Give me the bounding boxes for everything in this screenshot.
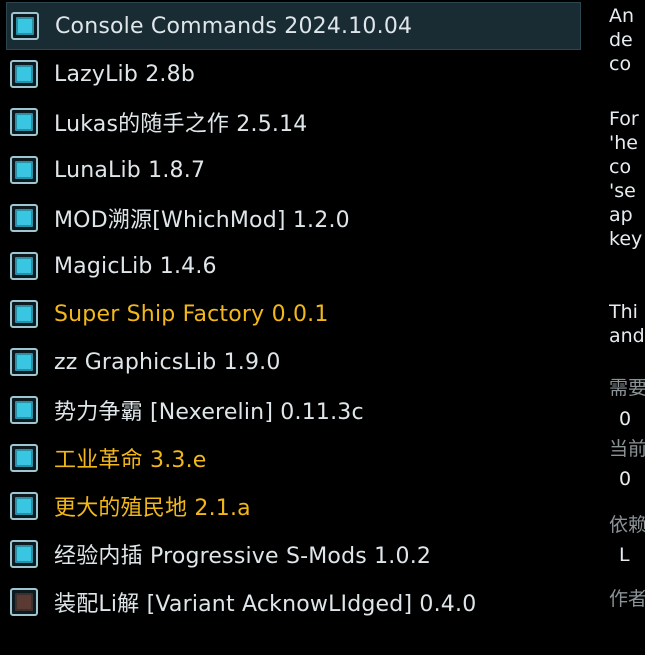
description-paragraph: Thi and — [609, 300, 645, 348]
required-version-label: 需要 — [609, 377, 645, 399]
description-line: Thi — [609, 301, 638, 323]
mod-label: Lukas的随手之作 2.5.14 — [54, 112, 308, 137]
mod-label: LazyLib 2.8b — [54, 61, 195, 87]
mod-enabled-checkbox[interactable] — [10, 204, 38, 232]
description-line: co — [609, 53, 632, 75]
mod-label: 装配Li解 [Variant AcknowLIdged] 0.4.0 — [54, 592, 477, 617]
mod-label: 势力争霸 [Nexerelin] 0.11.3c — [54, 400, 364, 425]
mod-row[interactable]: 工业革命 3.3.e — [6, 434, 581, 482]
mod-row[interactable]: MagicLib 1.4.6 — [6, 242, 581, 290]
mod-label: MOD溯源[WhichMod] 1.2.0 — [54, 208, 350, 233]
mod-enabled-checkbox[interactable] — [10, 444, 38, 472]
mod-enabled-checkbox[interactable] — [10, 588, 38, 616]
description-line: de — [609, 29, 633, 51]
mod-row[interactable]: zz GraphicsLib 1.9.0 — [6, 338, 581, 386]
mod-label: MagicLib 1.4.6 — [54, 253, 217, 279]
dependency-value: L — [619, 544, 630, 566]
author-label: 作者 — [609, 588, 645, 610]
description-line: and — [609, 325, 645, 347]
mod-label: 经验内插 Progressive S-Mods 1.0.2 — [54, 544, 432, 569]
mod-enabled-checkbox[interactable] — [10, 252, 38, 280]
mod-row[interactable]: LunaLib 1.8.7 — [6, 146, 581, 194]
mod-row[interactable]: 经验内插 Progressive S-Mods 1.0.2 — [6, 530, 581, 578]
mod-enabled-checkbox[interactable] — [11, 12, 39, 40]
dependency-label: 依赖 — [609, 514, 645, 536]
mod-row[interactable]: 更大的殖民地 2.1.a — [6, 482, 581, 530]
mod-label: 工业革命 3.3.e — [54, 448, 207, 473]
mod-label: Console Commands 2024.10.04 — [55, 13, 413, 39]
mod-label: LunaLib 1.8.7 — [54, 157, 206, 183]
description-paragraph: An de co — [609, 4, 634, 76]
mod-row[interactable]: 势力争霸 [Nexerelin] 0.11.3c — [6, 386, 581, 434]
mod-enabled-checkbox[interactable] — [10, 60, 38, 88]
mod-label: zz GraphicsLib 1.9.0 — [54, 349, 281, 375]
current-version-label: 当前 — [609, 438, 645, 460]
description-line: 'he — [609, 132, 638, 154]
mod-row[interactable]: LazyLib 2.8b — [6, 50, 581, 98]
mod-enabled-checkbox[interactable] — [10, 348, 38, 376]
mod-enabled-checkbox[interactable] — [10, 300, 38, 328]
description-line: co — [609, 156, 632, 178]
mod-enabled-checkbox[interactable] — [10, 156, 38, 184]
mod-list: Console Commands 2024.10.04 LazyLib 2.8b… — [6, 2, 581, 626]
mod-enabled-checkbox[interactable] — [10, 396, 38, 424]
mod-row[interactable]: Console Commands 2024.10.04 — [6, 2, 581, 50]
mod-row[interactable]: MOD溯源[WhichMod] 1.2.0 — [6, 194, 581, 242]
description-line: For — [609, 108, 639, 130]
mod-row[interactable]: Super Ship Factory 0.0.1 — [6, 290, 581, 338]
description-paragraph: For 'he co 'se ap key — [609, 107, 642, 251]
description-line: key — [609, 228, 643, 250]
description-line: ap — [609, 204, 633, 226]
description-line: 'se — [609, 180, 636, 202]
mod-label: 更大的殖民地 2.1.a — [54, 496, 251, 521]
mod-enabled-checkbox[interactable] — [10, 540, 38, 568]
description-line: An — [609, 5, 635, 27]
current-version-value: 0 — [619, 468, 632, 490]
mod-label: Super Ship Factory 0.0.1 — [54, 301, 329, 327]
mod-details-panel: An de co For 'he co 'se ap key Thi and 需… — [609, 0, 645, 655]
mod-enabled-checkbox[interactable] — [10, 108, 38, 136]
mod-enabled-checkbox[interactable] — [10, 492, 38, 520]
required-version-value: 0 — [619, 408, 632, 430]
mod-row[interactable]: Lukas的随手之作 2.5.14 — [6, 98, 581, 146]
mod-row[interactable]: 装配Li解 [Variant AcknowLIdged] 0.4.0 — [6, 578, 581, 626]
